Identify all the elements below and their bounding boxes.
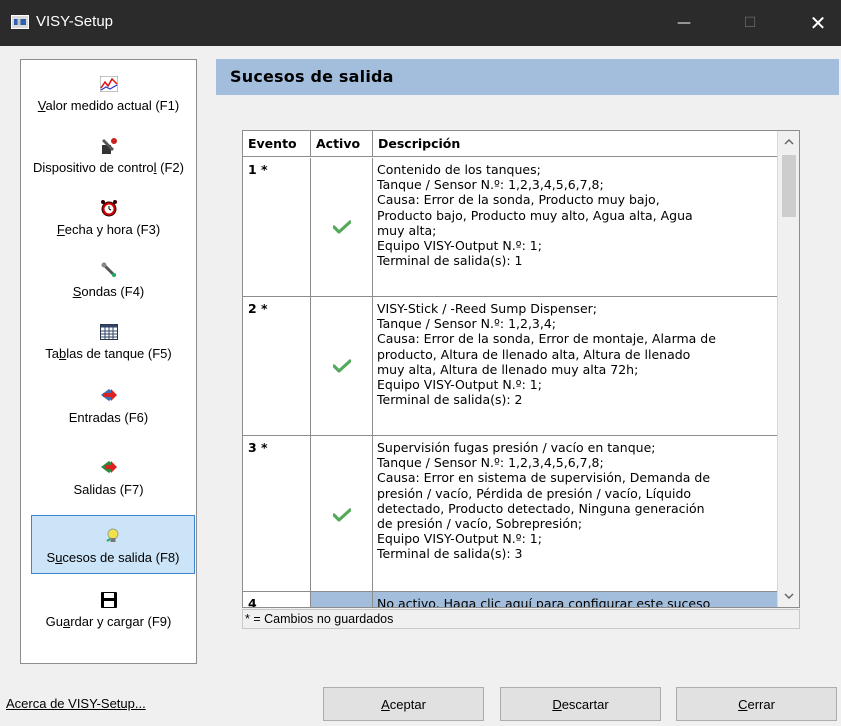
chart-icon bbox=[99, 74, 118, 94]
about-link[interactable]: Acerca de VISY-Setup... bbox=[6, 696, 146, 711]
table-icon bbox=[99, 322, 118, 342]
description-line: Equipo VISY-Output N.º: 1; bbox=[377, 377, 542, 393]
sidebar-item-guardar-cargar[interactable]: Guardar y cargar (F9) bbox=[21, 580, 196, 642]
event-number: 4 bbox=[243, 592, 311, 607]
description-cell: VISY-Stick / -Reed Sump Dispenser; Tanqu… bbox=[373, 297, 777, 435]
discard-button[interactable]: Descartar bbox=[500, 687, 661, 721]
panel-header: Sucesos de salida bbox=[216, 59, 839, 95]
checkmark-icon bbox=[333, 508, 351, 522]
checkmark-icon bbox=[333, 220, 351, 234]
maximize-button[interactable]: ☐ bbox=[727, 0, 773, 46]
event-number: 2 * bbox=[243, 297, 311, 435]
active-cell[interactable] bbox=[311, 297, 373, 435]
vertical-scrollbar[interactable] bbox=[777, 131, 799, 607]
active-cell[interactable] bbox=[311, 158, 373, 296]
sidebar-item-sondas[interactable]: Sondas (F4) bbox=[21, 250, 196, 312]
sidebar-item-label: Dispositivo de control (F2) bbox=[32, 160, 184, 175]
description-line: Supervisión fugas presión / vacío en tan… bbox=[377, 440, 656, 455]
minimize-button[interactable]: — bbox=[661, 0, 707, 46]
lightbulb-icon bbox=[104, 526, 122, 546]
close-window-button[interactable]: ✕ bbox=[795, 0, 841, 46]
description-line: Causa: Error de la sonda, Producto muy b… bbox=[377, 192, 660, 208]
sidebar-nav: Valor medido actual (F1) Dispositivo de … bbox=[20, 59, 197, 664]
description-line: Terminal de salida(s): 2 bbox=[377, 392, 523, 408]
sidebar-item-entradas[interactable]: Entradas (F6) bbox=[21, 376, 196, 438]
description-cell: Contenido de los tanques; Tanque / Senso… bbox=[373, 158, 777, 296]
description-line: Contenido de los tanques; bbox=[377, 162, 541, 177]
description-line: Equipo VISY-Output N.º: 1; bbox=[377, 238, 542, 254]
description-line: VISY-Stick / -Reed Sump Dispenser; bbox=[377, 301, 597, 316]
scroll-up-icon[interactable] bbox=[778, 131, 799, 153]
input-arrow-icon bbox=[99, 386, 119, 406]
description-line: de presión / vacío, Sobrepresión; bbox=[377, 516, 583, 532]
description-line: Causa: Error en sistema de supervisión, … bbox=[377, 470, 711, 486]
event-number: 1 * bbox=[243, 158, 311, 296]
description-cell: Supervisión fugas presión / vacío en tan… bbox=[373, 436, 777, 591]
sidebar-item-dispositivo-control[interactable]: Dispositivo de control (F2) bbox=[21, 126, 196, 188]
sidebar-item-label: Fecha y hora (F3) bbox=[56, 222, 161, 237]
column-header-active[interactable]: Activo bbox=[311, 131, 373, 157]
table-row[interactable]: 2 * VISY-Stick / -Reed Sump Dispenser; T… bbox=[243, 297, 777, 436]
sidebar-item-label: Valor medido actual (F1) bbox=[37, 98, 180, 113]
description-line: muy alta, Altura de llenado muy alta 72h… bbox=[377, 361, 639, 377]
page-title: Sucesos de salida bbox=[230, 67, 394, 86]
description-line: Tanque / Sensor N.º: 1,2,3,4,5,6,7,8; bbox=[377, 455, 604, 471]
grid-header: Evento Activo Descripción bbox=[243, 131, 777, 157]
sidebar-item-fecha-hora[interactable]: Fecha y hora (F3) bbox=[21, 188, 196, 250]
window-title: VISY-Setup bbox=[36, 13, 113, 30]
description-line: presión / vacío, Pérdida de presión / va… bbox=[377, 485, 692, 501]
description-line: muy alta; bbox=[377, 222, 437, 238]
accept-button[interactable]: Aceptar bbox=[323, 687, 484, 721]
sidebar-item-valor-medido[interactable]: Valor medido actual (F1) bbox=[21, 64, 196, 126]
sidebar-item-label: Entradas (F6) bbox=[68, 410, 149, 425]
description-line: Causa: Error de la sonda, Error de monta… bbox=[377, 331, 716, 347]
active-cell[interactable] bbox=[311, 592, 373, 607]
tools-icon bbox=[100, 136, 118, 156]
description-cell: No activo. Haga clic aquí para configura… bbox=[373, 592, 777, 608]
checkmark-icon bbox=[333, 359, 351, 373]
table-row[interactable]: 3 * Supervisión fugas presión / vacío en… bbox=[243, 436, 777, 592]
description-line: Terminal de salida(s): 3 bbox=[377, 546, 523, 562]
sidebar-item-label: Guardar y cargar (F9) bbox=[45, 614, 172, 629]
sidebar-item-label: Salidas (F7) bbox=[73, 482, 144, 497]
column-header-event[interactable]: Evento bbox=[243, 131, 311, 157]
description-line: Equipo VISY-Output N.º: 1; bbox=[377, 531, 542, 547]
sidebar-item-sucesos-salida[interactable]: Sucesos de salida (F8) bbox=[31, 515, 195, 574]
sidebar-item-label: Tablas de tanque (F5) bbox=[45, 346, 172, 361]
table-row[interactable]: 1 * Contenido de los tanques; Tanque / S… bbox=[243, 158, 777, 297]
event-number: 3 * bbox=[243, 436, 311, 591]
description-line: producto, Altura de llenado alta, Altura… bbox=[377, 346, 691, 362]
output-events-grid: Evento Activo Descripción 1 * Contenido … bbox=[242, 130, 800, 608]
title-bar: VISY-Setup — ☐ ✕ bbox=[0, 0, 841, 46]
sidebar-item-salidas[interactable]: Salidas (F7) bbox=[21, 448, 196, 510]
save-disk-icon bbox=[100, 590, 118, 610]
app-icon bbox=[11, 15, 29, 29]
output-arrow-icon bbox=[99, 458, 119, 478]
active-cell[interactable] bbox=[311, 436, 373, 591]
description-line: No activo. Haga clic aquí para configura… bbox=[377, 596, 711, 608]
probe-icon bbox=[100, 260, 118, 280]
scrollbar-thumb[interactable] bbox=[782, 155, 796, 217]
description-line: detectado, Producto detectado, Ninguna g… bbox=[377, 500, 705, 516]
description-line: Tanque / Sensor N.º: 1,2,3,4; bbox=[377, 316, 557, 332]
sidebar-item-tablas-tanque[interactable]: Tablas de tanque (F5) bbox=[21, 312, 196, 374]
alarm-clock-icon bbox=[100, 198, 118, 218]
column-header-description[interactable]: Descripción bbox=[373, 131, 777, 157]
sidebar-item-label: Sondas (F4) bbox=[72, 284, 145, 299]
description-line: Tanque / Sensor N.º: 1,2,3,4,5,6,7,8; bbox=[377, 177, 604, 193]
unsaved-changes-note: * = Cambios no guardados bbox=[242, 609, 800, 629]
sidebar-item-label: Sucesos de salida (F8) bbox=[46, 550, 180, 565]
close-button[interactable]: Cerrar bbox=[676, 687, 837, 721]
description-line: Terminal de salida(s): 1 bbox=[377, 253, 523, 269]
scroll-down-icon[interactable] bbox=[778, 585, 799, 607]
visy-setup-window: VISY-Setup — ☐ ✕ Valor medido actual (F1… bbox=[0, 0, 841, 726]
description-line: Producto bajo, Producto muy alto, Agua a… bbox=[377, 207, 693, 223]
table-row[interactable]: 4 No activo. Haga clic aquí para configu… bbox=[243, 592, 777, 608]
